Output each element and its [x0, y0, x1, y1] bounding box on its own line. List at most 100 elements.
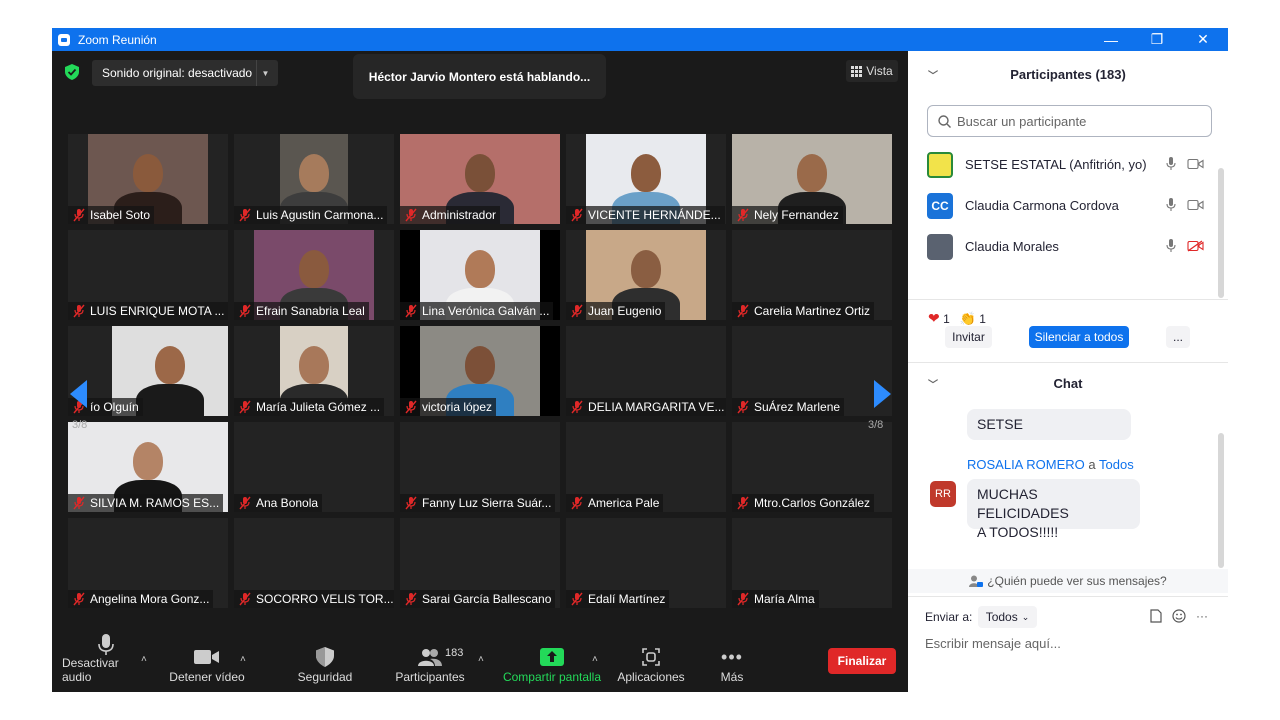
participant-list-item[interactable]: Claudia Morales	[908, 226, 1228, 267]
video-options-chevron-icon[interactable]: ˄	[240, 654, 246, 665]
participant-video-tile[interactable]: ío Olguín	[68, 326, 228, 416]
participant-video-tile[interactable]: Sarai García Ballescano	[400, 518, 560, 608]
participant-video-tile[interactable]: Isabel Soto	[68, 134, 228, 224]
participant-video-tile[interactable]: Angelina Mora Gonz...	[68, 518, 228, 608]
chat-to-word: a	[1088, 457, 1096, 472]
chat-scrollbar[interactable]	[1218, 433, 1224, 568]
participant-video-tile[interactable]: Luis Agustin Carmona...	[234, 134, 394, 224]
microphone-icon[interactable]	[1166, 239, 1176, 253]
participant-video-tile[interactable]: Edalí Martínez	[566, 518, 726, 608]
participant-list-scrollbar[interactable]	[1218, 168, 1224, 298]
close-button[interactable]: ✕	[1180, 28, 1226, 51]
muted-microphone-icon	[571, 304, 583, 318]
view-button[interactable]: Vista	[846, 60, 898, 82]
encryption-shield-icon[interactable]	[65, 64, 79, 80]
security-button[interactable]: Seguridad	[292, 635, 358, 692]
microphone-icon[interactable]	[1166, 157, 1176, 171]
original-sound-toggle[interactable]: Sonido original: desactivado ▼	[92, 60, 278, 86]
participant-list-item[interactable]: SETSE ESTATAL (Anfitrión, yo)	[908, 144, 1228, 185]
participant-video-tile[interactable]: Mtro.Carlos González	[732, 422, 892, 512]
video-off-icon[interactable]	[1187, 240, 1204, 252]
participant-name-label: America Pale	[566, 494, 664, 512]
search-icon	[938, 114, 951, 128]
participant-name: Juan Eugenio	[588, 304, 662, 318]
send-to-value: Todos	[985, 610, 1018, 624]
participants-more-button[interactable]: ...	[1166, 326, 1190, 348]
participant-name: Edalí Martínez	[588, 592, 666, 606]
participant-video-tile[interactable]: LUIS ENRIQUE MOTA ...	[68, 230, 228, 320]
apps-button[interactable]: Aplicaciones	[614, 635, 688, 692]
participant-name-label: SOCORRO VELIS TOR...	[234, 590, 394, 608]
emoji-icon[interactable]	[1172, 609, 1186, 623]
participant-video-tile[interactable]: Efrain Sanabria Leal	[234, 230, 394, 320]
file-icon[interactable]	[1150, 609, 1162, 623]
next-page-arrow-icon[interactable]	[874, 380, 891, 408]
share-screen-button[interactable]: Compartir pantalla	[500, 635, 604, 692]
collapse-chat-chevron-icon[interactable]: ﹀	[928, 376, 938, 391]
participant-video-tile[interactable]: Administrador	[400, 134, 560, 224]
participant-video-tile[interactable]: Lina Verónica Galván ...	[400, 230, 560, 320]
clap-icon: 👏	[959, 310, 976, 326]
participant-name: Fanny Luz Sierra Suár...	[422, 496, 552, 510]
more-button[interactable]: ••• Más	[712, 635, 752, 692]
participant-video-tile[interactable]: VICENTE HERNÁNDE...	[566, 134, 726, 224]
chat-message-input[interactable]: Escribir mensaje aquí...	[925, 636, 1061, 651]
chat-sender-avatar: RR	[930, 481, 956, 507]
mute-all-button[interactable]: Silenciar a todos	[1029, 326, 1129, 348]
mute-audio-button[interactable]: Desactivar audio	[62, 634, 150, 692]
minimize-button[interactable]: —	[1088, 28, 1134, 51]
muted-microphone-icon	[239, 304, 251, 318]
participant-name: Efrain Sanabria Leal	[256, 304, 365, 318]
meeting-area: Sonido original: desactivado ▼ Héctor Ja…	[52, 51, 908, 692]
participant-video-tile[interactable]: DELIA MARGARITA VE...	[566, 326, 726, 416]
chat-recipient[interactable]: Todos	[1099, 457, 1134, 472]
share-options-chevron-icon[interactable]: ˄	[592, 654, 598, 665]
send-to-dropdown[interactable]: Todos ⌄	[978, 606, 1037, 628]
share-screen-label: Compartir pantalla	[502, 670, 602, 684]
microphone-icon[interactable]	[1166, 198, 1176, 212]
participant-video-tile[interactable]: SuÁrez Marlene	[732, 326, 892, 416]
participant-video-tile[interactable]: Juan Eugenio	[566, 230, 726, 320]
participants-options-chevron-icon[interactable]: ˄	[478, 654, 484, 665]
previous-page-arrow-icon[interactable]	[70, 380, 87, 408]
participant-name-label: Isabel Soto	[68, 206, 155, 224]
stop-video-button[interactable]: Detener vídeo	[168, 635, 246, 692]
chat-more-icon[interactable]: ···	[1196, 609, 1208, 623]
participant-name-label: Administrador	[400, 206, 501, 224]
invite-button[interactable]: Invitar	[945, 326, 992, 348]
end-meeting-button[interactable]: Finalizar	[828, 648, 896, 674]
page-indicator-right: 3/8	[868, 419, 884, 431]
participant-name: SILVIA M. RAMOS ES...	[90, 496, 220, 510]
more-dots-icon: •••	[721, 646, 743, 667]
participant-video-tile[interactable]: María Julieta Gómez ...	[234, 326, 394, 416]
participants-button[interactable]: Participantes	[392, 635, 468, 692]
participant-name-label: Lina Verónica Galván ...	[400, 302, 554, 320]
restore-button[interactable]: ❐	[1134, 28, 1180, 51]
participant-video-tile[interactable]: SILVIA M. RAMOS ES...	[68, 422, 228, 512]
participant-video-tile[interactable]: victoria lópez	[400, 326, 560, 416]
participant-video-tile[interactable]: Carelia Martinez Ortiz	[732, 230, 892, 320]
video-camera-icon[interactable]	[1187, 199, 1204, 211]
participant-video-tile[interactable]: America Pale	[566, 422, 726, 512]
apps-label: Aplicaciones	[617, 670, 685, 684]
participant-name-label: Angelina Mora Gonz...	[68, 590, 214, 608]
participant-search-input[interactable]: Buscar un participante	[927, 105, 1212, 137]
participant-video-tile[interactable]: Fanny Luz Sierra Suár...	[400, 422, 560, 512]
chevron-down-icon: ⌄	[1021, 611, 1030, 622]
audio-options-chevron-icon[interactable]: ˄	[141, 654, 147, 665]
chat-sender-name[interactable]: ROSALIA ROMERO	[967, 457, 1085, 472]
who-can-see-messages-link[interactable]: ¿Quién puede ver sus mensajes?	[908, 569, 1228, 593]
chevron-down-icon[interactable]: ▼	[256, 60, 274, 86]
participant-list-item[interactable]: CC Claudia Carmona Cordova	[908, 185, 1228, 226]
clap-count: 1	[979, 311, 986, 326]
participant-video-tile[interactable]: María Alma	[732, 518, 892, 608]
collapse-participants-chevron-icon[interactable]: ﹀	[928, 67, 938, 82]
participant-video-tile[interactable]: SOCORRO VELIS TOR...	[234, 518, 394, 608]
search-placeholder: Buscar un participante	[957, 113, 1087, 129]
video-camera-icon[interactable]	[1187, 158, 1204, 170]
participant-video-tile[interactable]: Nely Fernandez	[732, 134, 892, 224]
participant-name-label: Juan Eugenio	[566, 302, 666, 320]
side-panel: ﹀ Participantes (183) Buscar un particip…	[908, 51, 1228, 692]
participant-video-tile[interactable]: Ana Bonola	[234, 422, 394, 512]
participant-name: Ana Bonola	[256, 496, 319, 510]
